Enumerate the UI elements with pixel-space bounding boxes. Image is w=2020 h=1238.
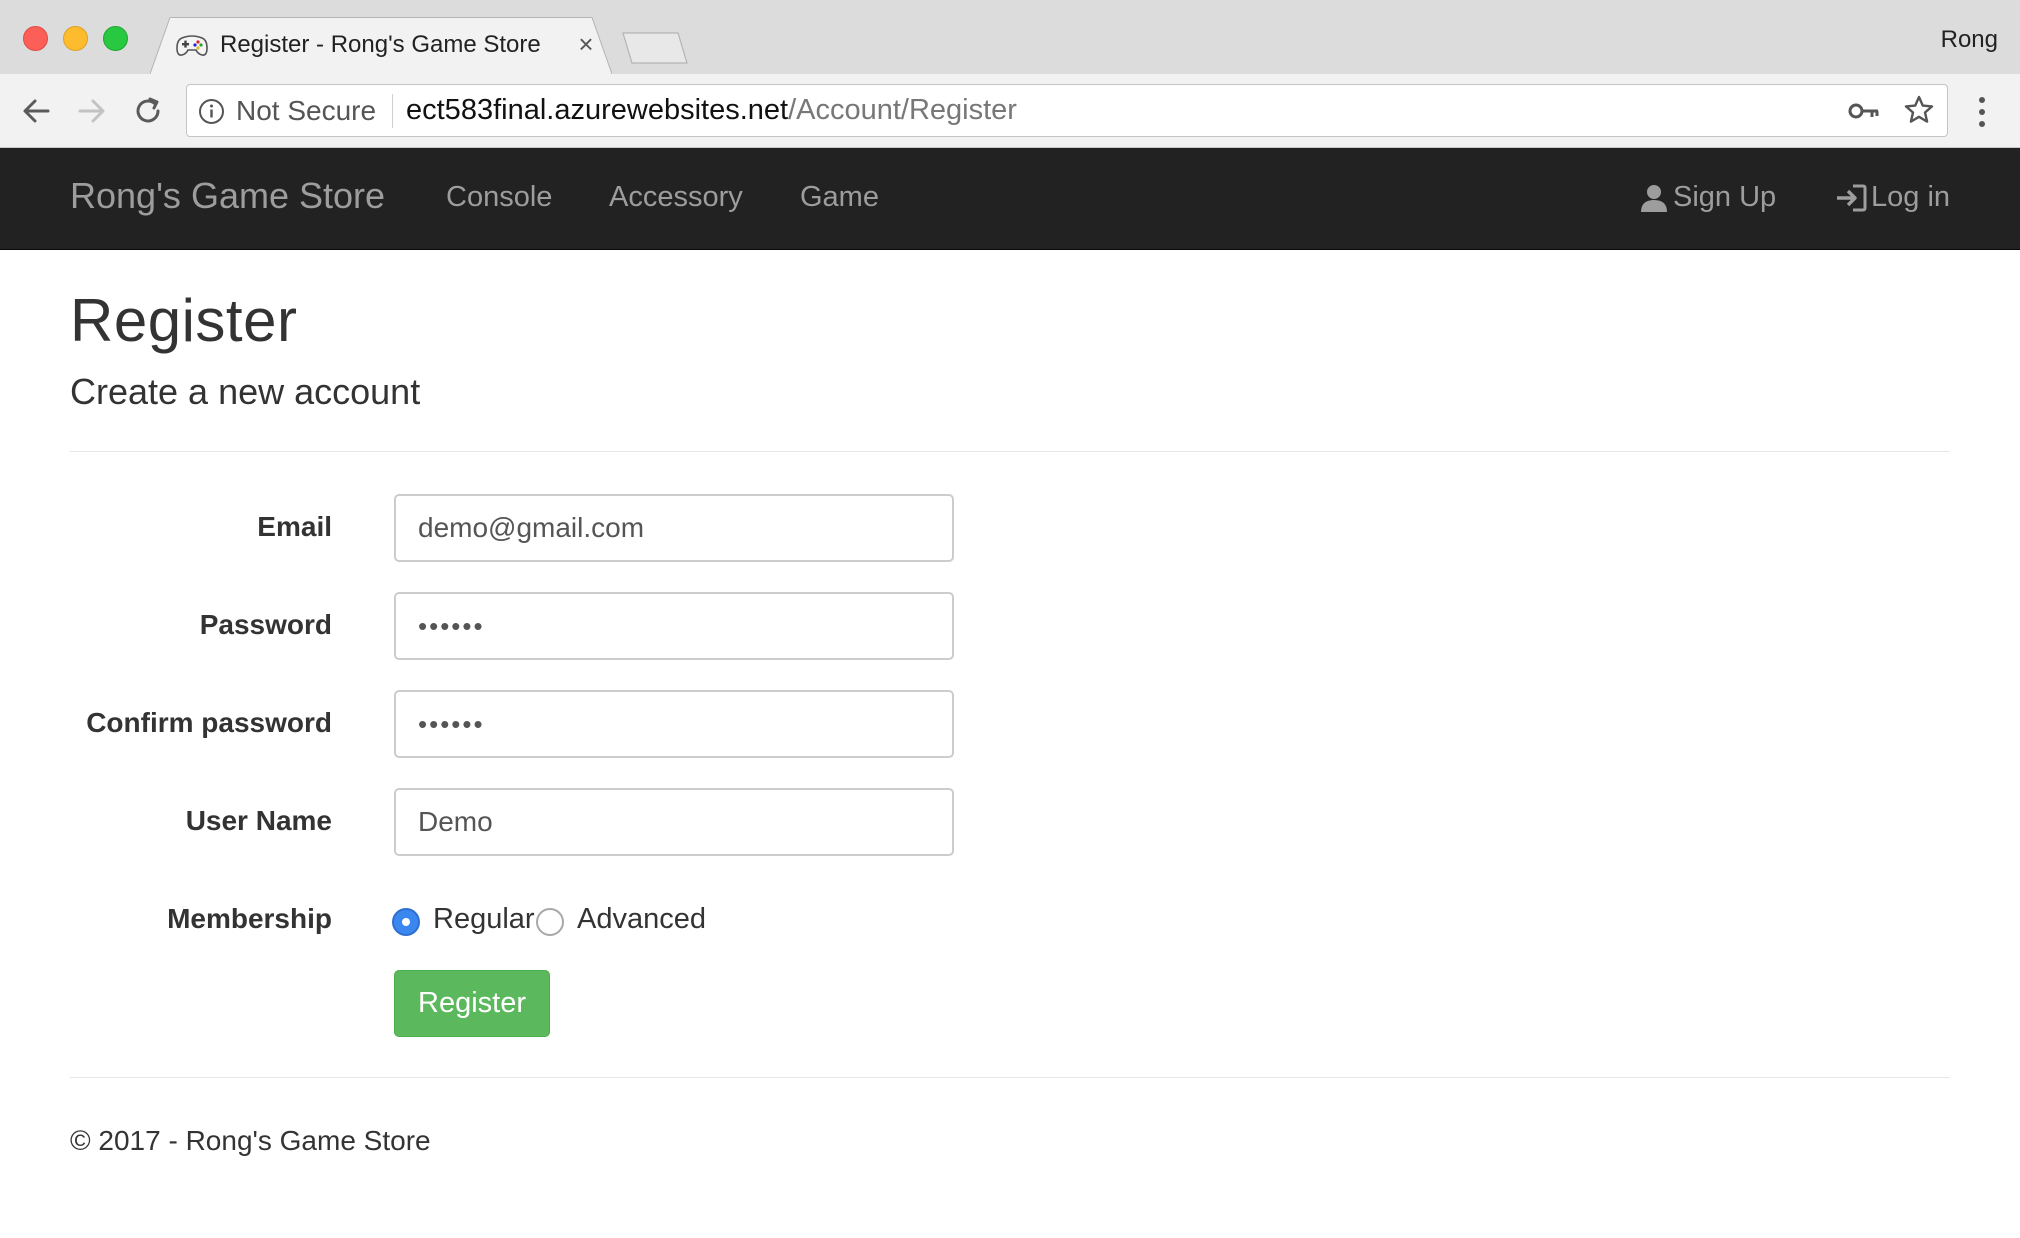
log-in-label: Log in: [1871, 181, 1951, 213]
confirm-password-field[interactable]: ••••••: [394, 690, 954, 758]
membership-label: Membership: [167, 903, 332, 934]
page-subtitle: Create a new account: [70, 371, 421, 412]
tab-close-icon[interactable]: ×: [575, 30, 597, 58]
bookmark-star-icon[interactable]: [1903, 94, 1935, 126]
tab-title: Register - Rong's Game Store: [220, 31, 541, 58]
new-tab-button[interactable]: [622, 32, 688, 64]
info-icon[interactable]: [198, 98, 225, 125]
membership-regular-label[interactable]: Regular: [433, 903, 535, 936]
profile-name[interactable]: Rong: [1941, 26, 1998, 54]
membership-advanced-radio[interactable]: [536, 908, 564, 936]
url-path: /Account/Register: [788, 94, 1017, 126]
nav-link-game[interactable]: Game: [800, 181, 879, 214]
log-in-icon: [1837, 184, 1867, 211]
membership-regular-radio[interactable]: [392, 908, 420, 936]
key-icon[interactable]: [1848, 100, 1880, 122]
url-text[interactable]: ect583final.azurewebsites.net/Account/Re…: [406, 94, 1017, 127]
password-label: Password: [199, 609, 332, 640]
gamepad-icon: [176, 35, 208, 56]
password-field[interactable]: ••••••: [394, 592, 954, 660]
membership-advanced-label[interactable]: Advanced: [577, 903, 706, 936]
omnibox-divider: [392, 94, 393, 128]
log-in-link[interactable]: Log in: [1835, 181, 1950, 214]
sign-up-link[interactable]: Sign Up: [1639, 181, 1776, 214]
user-name-field[interactable]: Demo: [394, 788, 954, 856]
reload-icon[interactable]: [130, 93, 166, 129]
nav-link-console[interactable]: Console: [446, 181, 552, 214]
nav-link-accessory[interactable]: Accessory: [609, 181, 743, 214]
footer-divider: [70, 1077, 1950, 1078]
security-status[interactable]: Not Secure: [236, 95, 376, 127]
back-arrow-icon[interactable]: [18, 93, 54, 129]
close-window-button[interactable]: [23, 26, 48, 51]
email-field[interactable]: demo@gmail.com: [394, 494, 954, 562]
url-host: ect583final.azurewebsites.net: [406, 94, 789, 126]
sign-up-label: Sign Up: [1673, 181, 1777, 213]
forward-arrow-icon[interactable]: [74, 93, 110, 129]
browser-menu-icon[interactable]: [1976, 95, 1988, 129]
register-button[interactable]: Register: [394, 970, 550, 1037]
user-name-label: User Name: [185, 805, 332, 836]
user-icon: [1641, 184, 1667, 212]
footer-copyright: © 2017 - Rong's Game Store: [70, 1125, 431, 1156]
minimize-window-button[interactable]: [63, 26, 88, 51]
email-label: Email: [257, 511, 332, 542]
page-title: Register: [70, 287, 298, 354]
header-divider: [70, 451, 1950, 452]
confirm-password-label: Confirm password: [86, 707, 332, 738]
maximize-window-button[interactable]: [103, 26, 128, 51]
site-brand-link[interactable]: Rong's Game Store: [70, 175, 385, 217]
